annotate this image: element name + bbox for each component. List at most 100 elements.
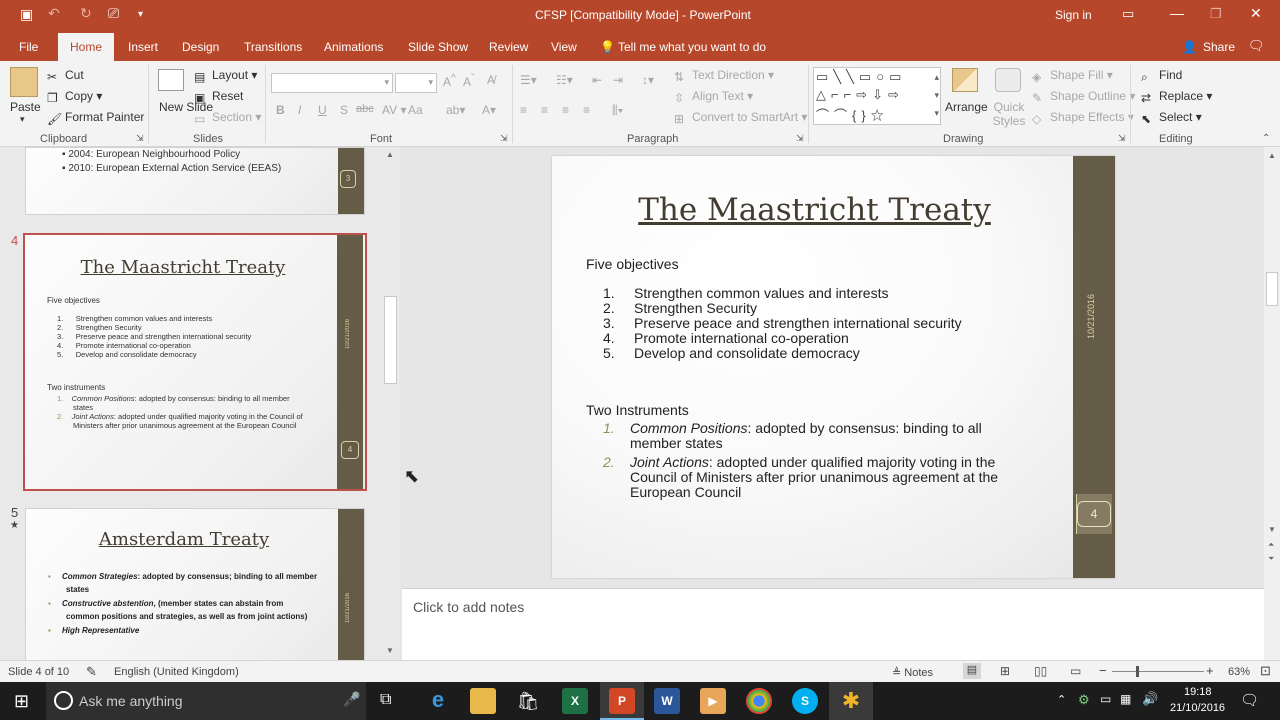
app-flower-icon[interactable]: ✱ bbox=[838, 688, 864, 714]
close-icon[interactable]: ✕ bbox=[1250, 5, 1262, 22]
powerpoint-icon[interactable]: P bbox=[609, 688, 635, 714]
clipboard-launcher-icon[interactable]: ⇲ bbox=[136, 133, 144, 144]
tab-animations[interactable]: Animations bbox=[324, 40, 383, 54]
tab-insert[interactable]: Insert bbox=[128, 40, 158, 54]
tab-slide-show[interactable]: Slide Show bbox=[408, 40, 468, 54]
word-icon[interactable]: W bbox=[654, 688, 680, 714]
windows-start-icon[interactable]: ⊞ bbox=[14, 691, 29, 712]
clear-formatting-icon[interactable]: A̸ bbox=[487, 73, 495, 87]
section-button[interactable]: ▭ Section ▾ bbox=[194, 110, 261, 126]
highlight-icon[interactable]: ab▾ bbox=[446, 103, 465, 117]
ribbon-display-icon[interactable]: ▭ bbox=[1122, 6, 1134, 22]
notes-toggle[interactable]: ≜ Notes bbox=[892, 666, 933, 679]
paragraph-launcher-icon[interactable]: ⇲ bbox=[796, 133, 804, 144]
convert-smartart-button[interactable]: ⊞ Convert to SmartArt ▾ bbox=[674, 110, 807, 126]
shape-fill-button[interactable]: ◈ Shape Fill ▾ bbox=[1032, 68, 1113, 84]
font-color-icon[interactable]: A▾ bbox=[482, 103, 496, 117]
file-explorer-icon[interactable] bbox=[470, 688, 496, 714]
char-spacing-icon[interactable]: AV ▾ bbox=[382, 103, 406, 117]
align-center-icon[interactable]: ≡ bbox=[541, 103, 548, 117]
scroll-up-icon[interactable]: ▲ bbox=[1268, 151, 1276, 160]
reset-button[interactable]: ▣ Reset bbox=[194, 89, 243, 105]
format-painter-button[interactable]: 🖌 Format Painter bbox=[47, 110, 144, 126]
align-right-icon[interactable]: ≡ bbox=[562, 103, 569, 117]
store-icon[interactable]: 🛍 bbox=[515, 688, 541, 714]
scroll-down-icon[interactable]: ▼ bbox=[386, 646, 394, 655]
share-button[interactable]: Share bbox=[1203, 40, 1235, 54]
notes-pane[interactable]: Click to add notes bbox=[402, 588, 1264, 660]
quick-styles-button[interactable]: Quick Styles bbox=[990, 100, 1028, 128]
zoom-in-button[interactable]: + bbox=[1206, 663, 1214, 678]
reading-view-icon[interactable]: ▯▯ bbox=[1034, 664, 1047, 678]
undo-icon[interactable]: ↶ bbox=[48, 5, 60, 22]
find-button[interactable]: ⌕ Find bbox=[1141, 68, 1182, 84]
bullets-icon[interactable]: ☰▾ bbox=[520, 73, 537, 87]
font-launcher-icon[interactable]: ⇲ bbox=[500, 133, 508, 144]
scroll-thumb[interactable] bbox=[1266, 272, 1278, 306]
scroll-down-icon[interactable]: ▼ bbox=[1268, 525, 1276, 534]
slide-scrollbar[interactable]: ▲ ▼ ⏶ ⏷ bbox=[1264, 147, 1280, 660]
start-from-beginning-icon[interactable]: ⎚ bbox=[108, 5, 119, 22]
app-taskbar-active[interactable]: ✱ bbox=[829, 682, 873, 720]
strikethrough-button[interactable]: abc bbox=[356, 103, 374, 115]
tab-file[interactable]: File bbox=[19, 40, 38, 54]
notes-placeholder[interactable]: Click to add notes bbox=[413, 599, 524, 615]
language-indicator[interactable]: English (United Kingdom) bbox=[114, 666, 239, 678]
comments-icon[interactable]: 🗨 bbox=[1248, 38, 1265, 54]
chrome-icon[interactable] bbox=[746, 688, 772, 714]
increase-indent-icon[interactable]: ⇥ bbox=[613, 73, 623, 87]
cortana-search-box[interactable]: Ask me anything 🎤 bbox=[46, 682, 366, 720]
clock-time[interactable]: 19:18 bbox=[1184, 686, 1212, 698]
decrease-font-icon[interactable]: Aˇ bbox=[463, 73, 474, 89]
zoom-out-button[interactable]: − bbox=[1099, 663, 1107, 678]
battery-icon[interactable]: ▭ bbox=[1100, 692, 1111, 706]
justify-icon[interactable]: ≡ bbox=[583, 103, 590, 117]
tab-view[interactable]: View bbox=[551, 40, 577, 54]
font-size-input[interactable]: ▾ bbox=[395, 73, 437, 93]
spell-check-icon[interactable]: ✎ bbox=[86, 664, 97, 680]
restore-icon[interactable]: ❐ bbox=[1210, 6, 1222, 22]
shape-effects-button[interactable]: ◇Shape Effects ▾ bbox=[1032, 110, 1134, 126]
align-text-button[interactable]: ⇳ Align Text ▾ bbox=[674, 89, 753, 105]
action-center-icon[interactable]: 🗨 bbox=[1240, 691, 1259, 709]
collapse-ribbon-icon[interactable]: ⌃ bbox=[1262, 133, 1270, 144]
slide-subtitle[interactable]: Five objectives bbox=[586, 256, 679, 272]
change-case-button[interactable]: Aa bbox=[408, 103, 423, 117]
instruments-list[interactable]: 1. Common Positions: adopted by consensus… bbox=[603, 421, 1023, 500]
fit-to-window-icon[interactable]: ⊡ bbox=[1260, 663, 1271, 679]
arrange-button[interactable]: Arrange bbox=[945, 100, 988, 114]
zoom-level[interactable]: 63% bbox=[1228, 666, 1250, 678]
paste-dropdown-icon[interactable]: ▾ bbox=[20, 114, 25, 125]
tab-home[interactable]: Home bbox=[58, 33, 115, 61]
increase-font-icon[interactable]: A^ bbox=[443, 73, 456, 89]
numbering-icon[interactable]: ☷▾ bbox=[556, 73, 573, 87]
paste-button[interactable]: Paste bbox=[10, 100, 41, 114]
scroll-up-icon[interactable]: ▲ bbox=[386, 150, 394, 159]
quick-styles-icon[interactable] bbox=[995, 68, 1021, 92]
copy-button[interactable]: ❐ Copy ▾ bbox=[47, 89, 102, 105]
tray-app-icon[interactable]: ⚙ bbox=[1078, 692, 1090, 708]
shadow-button[interactable]: S bbox=[340, 103, 348, 117]
next-slide-icon[interactable]: ⏷ bbox=[1268, 554, 1274, 564]
edge-icon[interactable]: e bbox=[425, 688, 451, 714]
align-left-icon[interactable]: ≡ bbox=[520, 103, 527, 117]
previous-slide-icon[interactable]: ⏶ bbox=[1268, 540, 1274, 550]
zoom-slider-thumb[interactable] bbox=[1136, 666, 1139, 677]
skype-icon[interactable]: S bbox=[792, 688, 818, 714]
show-hidden-icons[interactable]: ⌃ bbox=[1057, 693, 1066, 706]
cut-button[interactable]: ✂ Cut bbox=[47, 68, 84, 84]
excel-icon[interactable]: X bbox=[562, 688, 588, 714]
clipboard-icon[interactable] bbox=[10, 67, 38, 97]
objectives-list[interactable]: 1. Strengthen common values and interests… bbox=[603, 286, 962, 361]
slide-thumbnail-4[interactable]: 10/21/2016 4 The Maastricht Treaty Five … bbox=[23, 233, 367, 491]
task-view-icon[interactable]: ⧉ bbox=[380, 691, 391, 709]
media-player-icon[interactable]: ▶ bbox=[700, 688, 726, 714]
underline-button[interactable]: U bbox=[318, 103, 327, 117]
zoom-slider[interactable] bbox=[1112, 671, 1204, 672]
slide-subtitle-2[interactable]: Two Instruments bbox=[586, 402, 689, 418]
powerpoint-taskbar-active[interactable]: P bbox=[600, 682, 644, 720]
drawing-launcher-icon[interactable]: ⇲ bbox=[1118, 133, 1126, 144]
network-icon[interactable]: ▦ bbox=[1120, 692, 1131, 706]
bold-button[interactable]: B bbox=[276, 103, 285, 117]
select-button[interactable]: ⬉ Select ▾ bbox=[1141, 110, 1202, 126]
